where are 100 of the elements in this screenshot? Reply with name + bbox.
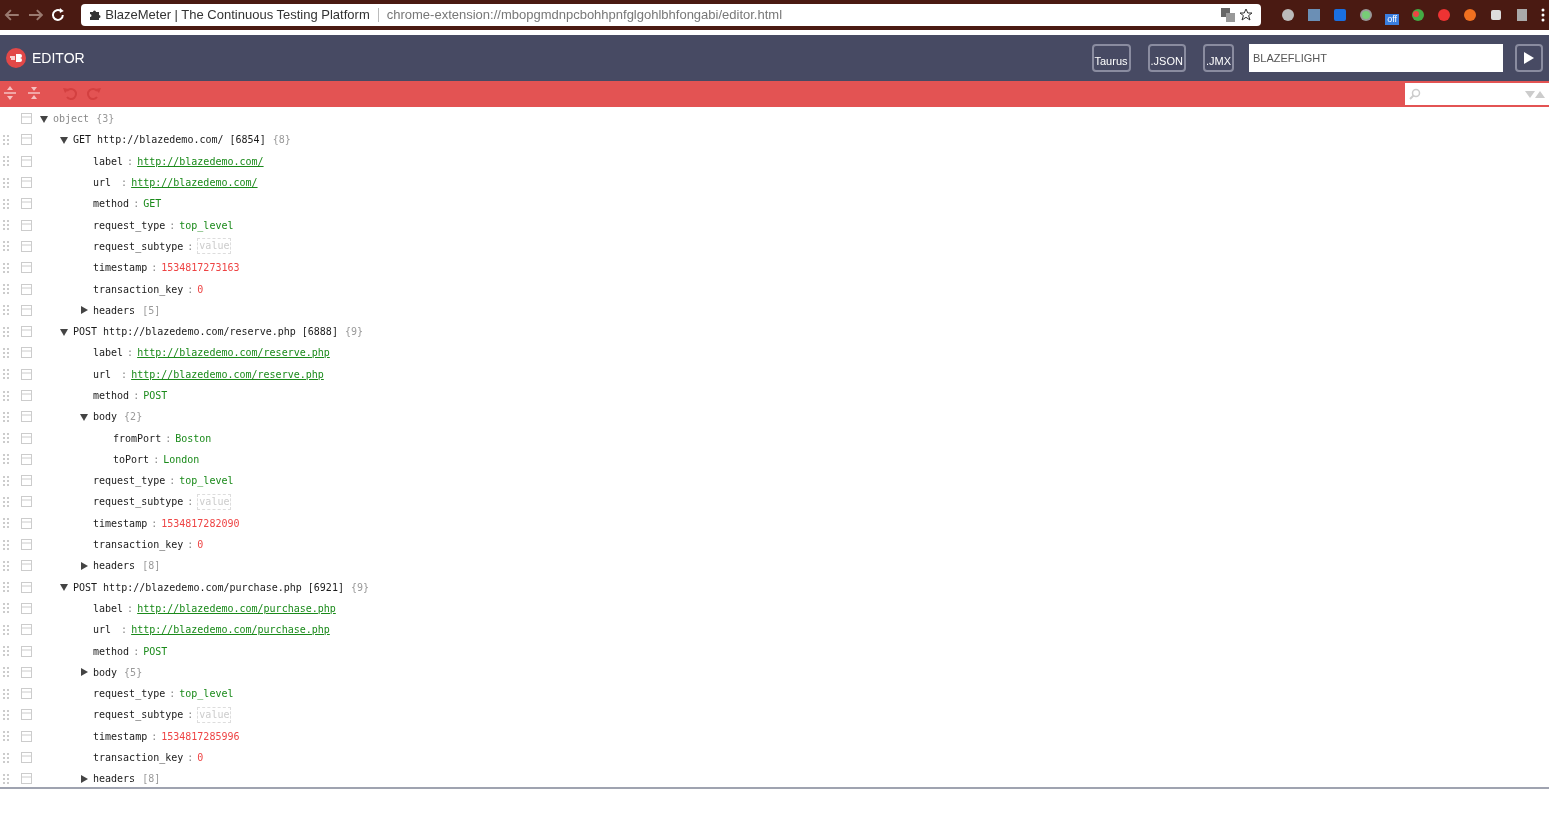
drag-handle-icon[interactable] <box>3 284 9 294</box>
url-link[interactable]: http://blazedemo.com/purchase.php <box>137 600 336 616</box>
context-menu-icon[interactable] <box>21 666 32 678</box>
extension-icon[interactable] <box>1307 8 1322 22</box>
extension-icon[interactable] <box>1489 8 1503 22</box>
context-menu-icon[interactable] <box>21 602 32 614</box>
context-menu-icon[interactable] <box>21 517 32 529</box>
context-menu-icon[interactable] <box>21 688 32 700</box>
context-menu-icon[interactable] <box>21 198 32 210</box>
back-icon[interactable] <box>4 8 20 22</box>
expand-all-icon[interactable] <box>3 85 17 101</box>
extension-icon[interactable] <box>1463 8 1477 22</box>
context-menu-icon[interactable] <box>21 411 32 423</box>
drag-handle-icon[interactable] <box>3 369 9 380</box>
format-button[interactable]: Taurus <box>1091 44 1131 72</box>
drag-handle-icon[interactable] <box>3 241 9 252</box>
expand-icon[interactable] <box>80 561 88 570</box>
context-menu-icon[interactable] <box>21 113 32 125</box>
context-menu-icon[interactable] <box>21 496 32 508</box>
context-menu-icon[interactable] <box>21 240 32 252</box>
expand-icon[interactable] <box>80 668 88 677</box>
drag-handle-icon[interactable] <box>3 731 9 742</box>
drag-handle-icon[interactable] <box>3 390 9 401</box>
extension-icon[interactable] <box>1515 8 1529 22</box>
collapse-icon[interactable] <box>40 114 48 123</box>
drag-handle-icon[interactable] <box>3 177 9 188</box>
url-link[interactable]: http://blazedemo.com/purchase.php <box>131 622 330 638</box>
context-menu-icon[interactable] <box>21 326 32 338</box>
extension-icon[interactable] <box>1411 8 1425 22</box>
context-menu-icon[interactable] <box>21 432 32 444</box>
url-link[interactable]: http://blazedemo.com/reserve.php <box>131 366 324 382</box>
context-menu-icon[interactable] <box>21 304 32 316</box>
drag-handle-icon[interactable] <box>3 709 9 720</box>
forward-icon[interactable] <box>27 8 44 22</box>
url-link[interactable]: http://blazedemo.com/reserve.php <box>137 345 330 361</box>
context-menu-icon[interactable] <box>21 560 32 572</box>
url-link[interactable]: http://blazedemo.com/ <box>131 175 258 191</box>
drag-handle-icon[interactable] <box>3 497 9 507</box>
drag-handle-icon[interactable] <box>3 518 9 529</box>
format-button[interactable]: .JSON <box>1147 44 1186 72</box>
url-link[interactable]: http://blazedemo.com/ <box>137 153 264 169</box>
extension-icon[interactable] <box>1359 8 1374 22</box>
context-menu-icon[interactable] <box>21 581 32 593</box>
drag-handle-icon[interactable] <box>3 646 9 657</box>
reload-icon[interactable] <box>51 8 66 22</box>
expand-icon[interactable] <box>80 306 88 315</box>
context-menu-icon[interactable] <box>21 219 32 231</box>
context-menu-icon[interactable] <box>21 134 32 146</box>
context-menu-icon[interactable] <box>21 453 32 465</box>
context-menu-icon[interactable] <box>21 155 32 167</box>
format-button[interactable]: .JMX <box>1202 44 1234 72</box>
drag-handle-icon[interactable] <box>3 624 9 635</box>
extension-icon[interactable] <box>1281 8 1296 22</box>
drag-handle-icon[interactable] <box>3 752 9 763</box>
context-menu-icon[interactable] <box>21 390 32 401</box>
drag-handle-icon[interactable] <box>3 262 9 273</box>
drag-handle-icon[interactable] <box>3 603 9 614</box>
drag-handle-icon[interactable] <box>3 134 9 145</box>
previous-icon[interactable] <box>1535 90 1545 98</box>
off-badge[interactable]: off <box>1385 13 1399 25</box>
drag-handle-icon[interactable] <box>3 773 9 784</box>
drag-handle-icon[interactable] <box>3 582 9 593</box>
drag-handle-icon[interactable] <box>3 475 9 486</box>
star-icon[interactable] <box>1239 8 1254 22</box>
search-field[interactable] <box>1405 83 1549 105</box>
context-menu-icon[interactable] <box>21 773 32 785</box>
context-menu-icon[interactable] <box>21 730 32 742</box>
menu-icon[interactable] <box>1541 8 1545 22</box>
drag-handle-icon[interactable] <box>3 326 9 337</box>
drag-handle-icon[interactable] <box>3 667 9 678</box>
context-menu-icon[interactable] <box>21 709 32 721</box>
drag-handle-icon[interactable] <box>3 305 9 316</box>
collapse-icon[interactable] <box>60 135 68 144</box>
collapse-icon[interactable] <box>60 583 68 592</box>
drag-handle-icon[interactable] <box>3 198 9 209</box>
collapse-all-icon[interactable] <box>27 85 41 101</box>
drag-handle-icon[interactable] <box>3 688 9 699</box>
address-bar[interactable]: BlazeMeter | The Continuous Testing Platform chrome-extension://mbopgmdnpcbohhpnfglgohlbhfongabi/editor.html <box>81 4 1262 26</box>
drag-handle-icon[interactable] <box>3 347 9 358</box>
context-menu-icon[interactable] <box>21 262 32 274</box>
drag-handle-icon[interactable] <box>3 560 9 571</box>
next-icon[interactable] <box>1525 90 1535 98</box>
translate-icon[interactable] <box>1221 8 1236 22</box>
context-menu-icon[interactable] <box>21 539 32 551</box>
play-button[interactable] <box>1515 44 1543 72</box>
context-menu-icon[interactable] <box>21 645 32 657</box>
collapse-icon[interactable] <box>60 327 68 336</box>
drag-handle-icon[interactable] <box>3 433 9 444</box>
context-menu-icon[interactable] <box>21 368 32 380</box>
drag-handle-icon[interactable] <box>3 220 9 231</box>
expand-icon[interactable] <box>80 774 88 783</box>
context-menu-icon[interactable] <box>21 177 32 189</box>
collapse-icon[interactable] <box>80 412 88 421</box>
drag-handle-icon[interactable] <box>3 156 9 167</box>
drag-handle-icon[interactable] <box>3 411 9 422</box>
context-menu-icon[interactable] <box>21 347 32 359</box>
drag-handle-icon[interactable] <box>3 539 9 550</box>
context-menu-icon[interactable] <box>21 624 32 636</box>
drag-handle-icon[interactable] <box>3 454 9 465</box>
test-name-field[interactable]: BLAZEFLIGHT <box>1249 44 1503 72</box>
